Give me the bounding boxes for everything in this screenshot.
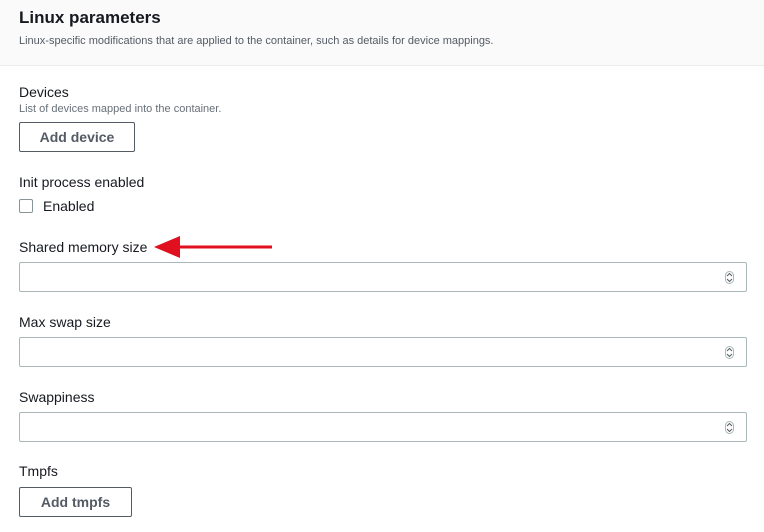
- init-process-checkbox[interactable]: [19, 199, 33, 213]
- shared-memory-input[interactable]: [19, 262, 747, 292]
- add-tmpfs-button[interactable]: Add tmpfs: [19, 487, 132, 517]
- init-process-checkbox-label[interactable]: Enabled: [43, 198, 94, 214]
- up-down-stepper-icon[interactable]: [725, 271, 734, 284]
- init-process-checkbox-row[interactable]: Enabled: [19, 198, 94, 214]
- up-down-stepper-icon[interactable]: [725, 421, 734, 434]
- devices-label: Devices: [19, 84, 69, 100]
- swappiness-input[interactable]: [19, 412, 747, 442]
- devices-description: List of devices mapped into the containe…: [19, 103, 222, 115]
- red-arrow-icon: [154, 236, 272, 258]
- init-process-label: Init process enabled: [19, 174, 145, 190]
- up-down-stepper-icon[interactable]: [725, 346, 734, 359]
- swappiness-label: Swappiness: [19, 389, 95, 405]
- max-swap-label: Max swap size: [19, 314, 111, 330]
- max-swap-input[interactable]: [19, 337, 747, 367]
- add-device-button[interactable]: Add device: [19, 122, 135, 152]
- section-description: Linux-specific modifications that are ap…: [19, 35, 494, 47]
- section-header: Linux parameters Linux-specific modifica…: [0, 0, 764, 66]
- shared-memory-label: Shared memory size: [19, 239, 148, 255]
- section-title: Linux parameters: [19, 8, 161, 27]
- tmpfs-label: Tmpfs: [19, 463, 58, 479]
